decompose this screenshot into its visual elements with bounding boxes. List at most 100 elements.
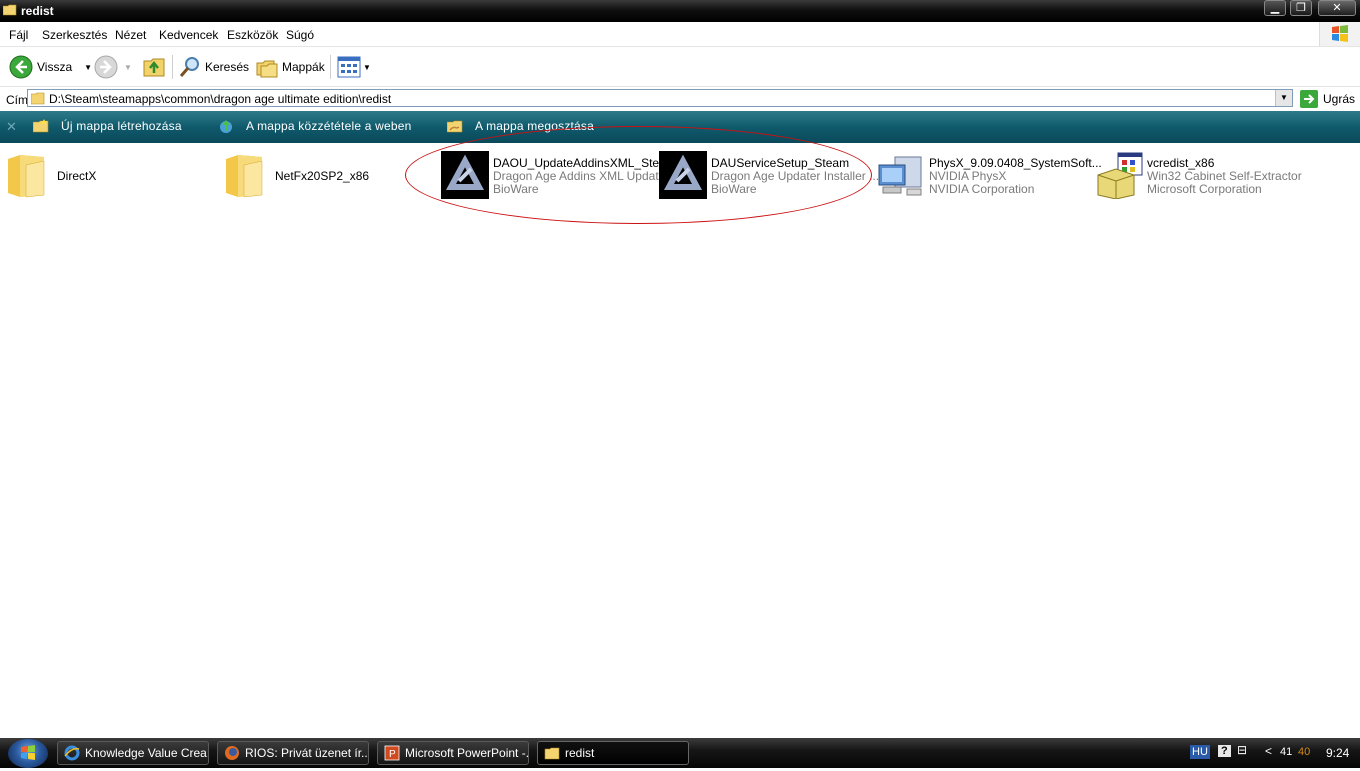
window-title: redist [21,4,54,18]
file-item-netfx[interactable]: NetFx20SP2_x86 [222,151,432,201]
folder-icon [226,155,263,198]
svg-text:P: P [389,749,396,760]
file-item-physx[interactable]: PhysX_9.09.0408_SystemSoft... NVIDIA Phy… [877,151,1102,201]
bioware-logo-icon [659,151,707,199]
new-folder-icon [33,119,49,133]
installer-computer-icon [878,156,922,196]
menu-tools[interactable]: Eszközök [227,28,278,42]
menu-file[interactable]: Fájl [9,28,28,42]
task-share-folder[interactable]: A mappa megosztása [447,119,594,133]
clock[interactable]: 9:24 [1326,746,1349,760]
windows-taskbar: Knowledge Value Crea... RIOS: Privát üze… [0,738,1360,768]
file-description: NVIDIA PhysX [929,169,1007,183]
folders-button[interactable]: Mappák [255,55,325,79]
file-name: DirectX [57,169,97,183]
go-label: Ugrás [1323,92,1356,106]
search-label: Keresés [205,60,250,74]
file-item-dau-service[interactable]: DAUServiceSetup_Steam Dragon Age Updater… [659,151,879,201]
close-button[interactable]: ✕ [1318,0,1356,16]
address-path: D:\Steam\steamapps\common\dragon age ult… [49,92,392,106]
search-icon [179,57,199,77]
setup-box-icon [1097,152,1143,199]
file-company: NVIDIA Corporation [929,182,1035,196]
file-company: BioWare [711,182,757,196]
address-bar: Cím D:\Steam\steamapps\common\dragon age… [0,87,1360,111]
go-arrow-icon [1300,90,1318,108]
minimize-tray-icon[interactable]: ⊟ [1237,743,1247,757]
views-icon [337,56,361,78]
toolbar: Vissza ▼ ▼ Keresés Mappák ▼ [0,47,1360,87]
taskbar-window-knowledge[interactable]: Knowledge Value Crea... [57,741,209,765]
folders-icon [256,60,278,78]
file-description: Dragon Age Addins XML Updater [493,169,670,183]
chevron-down-icon[interactable]: ▼ [1275,90,1292,106]
file-description: Dragon Age Updater Installer ... [711,169,880,183]
forward-button[interactable]: ▼ [94,55,132,79]
back-label: Vissza [37,60,73,74]
restore-button[interactable]: ❐ [1290,0,1312,16]
go-button[interactable]: Ugrás [1300,89,1355,109]
firefox-icon [225,746,239,760]
folder-icon [31,92,45,105]
taskbar-window-label: Knowledge Value Crea... [85,746,209,760]
taskbar-window-label: redist [565,746,595,760]
help-icon[interactable]: ? [1218,745,1231,757]
back-button[interactable]: Vissza ▼ [9,55,92,79]
chevron-down-icon[interactable]: ▼ [363,63,371,72]
minimize-button[interactable]: ▁ [1264,0,1286,16]
task-new-folder[interactable]: Új mappa létrehozása [33,119,182,133]
toolbar-separator [172,55,173,79]
file-list: DirectX NetFx20SP2_x86 DAOU_UpdateAddins… [0,126,1360,738]
file-item-directx[interactable]: DirectX [4,151,214,201]
taskbar-window-rios[interactable]: RIOS: Privát üzenet ír... [217,741,369,765]
chevron-down-icon[interactable]: ▼ [124,63,132,72]
menu-favorites[interactable]: Kedvencek [159,28,218,42]
internet-explorer-icon [64,745,80,761]
taskbar-window-label: RIOS: Privát üzenet ír... [245,746,369,760]
file-name: NetFx20SP2_x86 [275,169,370,183]
back-arrow-icon [9,55,33,79]
task-new-folder-label: Új mappa létrehozása [61,119,182,133]
chevron-down-icon[interactable]: ▼ [84,63,92,72]
title-bar: redist ▁ ❐ ✕ [0,0,1360,22]
menu-help[interactable]: Súgó [286,28,314,42]
search-button[interactable]: Keresés [178,55,249,79]
chevron-left-icon[interactable]: < [1265,744,1272,758]
language-indicator[interactable]: HU [1190,745,1210,759]
menu-bar: Fájl Szerkesztés Nézet Kedvencek Eszközö… [0,22,1360,47]
system-tray: HU ? ⊟ < 41 40 9:24 [1180,738,1360,768]
powerpoint-icon: P [384,745,400,761]
toolbar-separator [330,55,331,79]
file-item-vcredist[interactable]: vcredist_x86 Win32 Cabinet Self-Extracto… [1096,151,1311,201]
file-name: vcredist_x86 [1147,156,1215,170]
windows-flag-icon [1319,22,1360,46]
task-share-folder-label: A mappa megosztása [475,119,595,133]
menu-edit[interactable]: Szerkesztés [42,28,107,42]
file-name: PhysX_9.09.0408_SystemSoft... [929,156,1102,170]
folder-icon [3,4,17,16]
file-company: BioWare [493,182,539,196]
taskbar-window-powerpoint[interactable]: P Microsoft PowerPoint -... [377,741,529,765]
file-name: DAUServiceSetup_Steam [711,156,850,170]
file-name: DAOU_UpdateAddinsXML_Steam [493,156,676,170]
taskbar-window-redist[interactable]: redist [537,741,689,765]
close-icon[interactable]: ✕ [6,119,17,135]
task-publish-web[interactable]: A mappa közzététele a weben [218,119,412,133]
up-folder-button[interactable] [142,55,166,79]
folders-label: Mappák [282,60,325,74]
tray-number: 41 [1280,746,1293,758]
share-folder-icon [447,120,463,133]
taskbar-window-label: Microsoft PowerPoint -... [405,746,529,760]
folder-icon [544,747,560,760]
views-button[interactable]: ▼ [337,55,371,79]
task-publish-web-label: A mappa közzététele a weben [246,119,412,133]
file-description: Win32 Cabinet Self-Extractor [1147,169,1302,183]
publish-web-icon [220,120,232,133]
address-input[interactable]: D:\Steam\steamapps\common\dragon age ult… [27,89,1293,107]
start-button[interactable] [8,739,48,768]
forward-arrow-icon [94,55,118,79]
windows-logo-icon [21,745,35,760]
bioware-logo-icon [441,151,489,199]
file-item-daou-update[interactable]: DAOU_UpdateAddinsXML_Steam Dragon Age Ad… [441,151,676,201]
menu-view[interactable]: Nézet [115,28,146,42]
